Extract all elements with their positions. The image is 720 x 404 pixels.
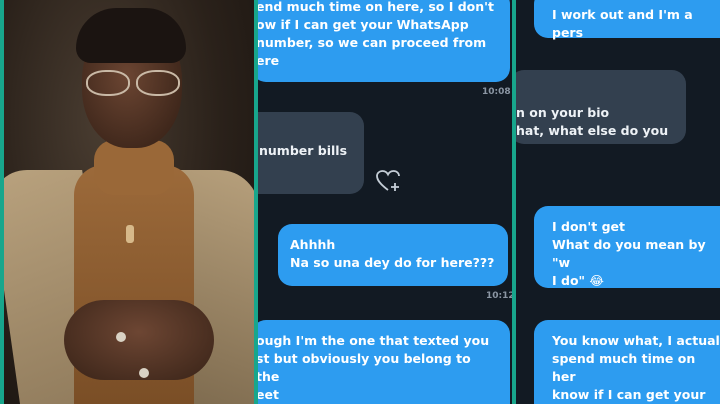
glasses <box>82 70 182 96</box>
turtleneck-collar <box>94 140 174 195</box>
person-hair <box>76 8 186 63</box>
message-outgoing: You know what, I actual spend much time … <box>534 320 720 404</box>
ring <box>139 368 149 378</box>
clasped-hands <box>64 300 214 380</box>
necklace-pendant <box>126 225 134 243</box>
message-outgoing: end much time on here, so I don't ow if … <box>258 0 510 82</box>
chat-screenshot-1: end much time on here, so I don't ow if … <box>258 0 512 404</box>
message-outgoing: I work out and I'm a pers <box>534 0 720 40</box>
message-incoming: number bills <box>258 112 364 194</box>
ring <box>116 332 126 342</box>
message-incoming: n on your bio hat, what else do you <box>516 70 686 144</box>
message-time: 10:12 <box>486 291 512 301</box>
message-outgoing: ough I'm the one that texted you st but … <box>258 320 510 404</box>
message-outgoing: I don't get What do you mean by "w I do"… <box>534 206 720 288</box>
profile-photo <box>4 0 254 404</box>
heart-plus-icon[interactable] <box>376 170 402 192</box>
chat-screenshot-2: I work out and I'm a pers n on your bio … <box>516 0 720 404</box>
message-time: 10:08 <box>482 87 511 97</box>
message-outgoing: Ahhhh Na so una dey do for here??? <box>278 224 508 286</box>
